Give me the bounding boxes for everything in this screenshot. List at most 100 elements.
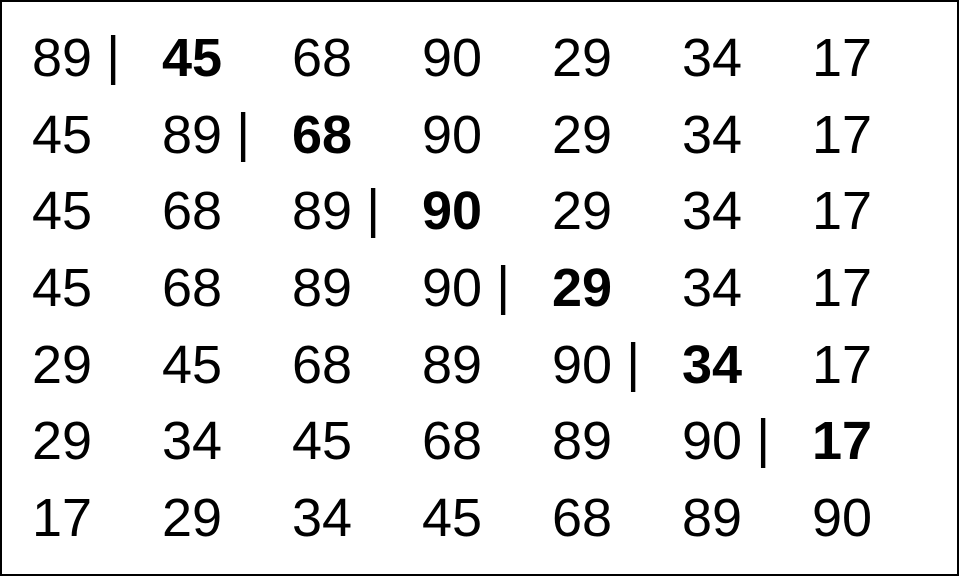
number-value: 68: [422, 414, 482, 468]
number-cell: 89 |: [32, 31, 162, 85]
number-value: 68: [552, 491, 612, 545]
number-value: 29: [32, 414, 92, 468]
number-cell: 29: [552, 184, 682, 238]
number-value: 29: [552, 31, 612, 85]
partition-separator-icon: |: [496, 259, 510, 313]
number-value: 17: [812, 108, 872, 162]
number-value: 17: [32, 491, 92, 545]
number-value: 68: [292, 31, 352, 85]
number-cell: 89: [682, 491, 812, 545]
number-value: 34: [292, 491, 352, 545]
partition-separator-icon: |: [106, 29, 120, 83]
number-value: 90: [682, 414, 742, 468]
number-value: 45: [422, 491, 482, 545]
number-cell: 89 |: [292, 184, 422, 238]
number-cell: 45: [32, 108, 162, 162]
sort-step-row: 29 45 68 89 90 | 34 17: [32, 328, 927, 402]
number-cell: 17: [812, 414, 942, 468]
number-value: 89: [422, 338, 482, 392]
number-value: 68: [292, 338, 352, 392]
number-value: 90: [812, 491, 872, 545]
number-cell: 45: [422, 491, 552, 545]
sort-step-row: 45 89 | 68 9029 34 17: [32, 98, 927, 172]
number-cell: 29: [32, 414, 162, 468]
number-value: 29: [32, 338, 92, 392]
number-cell: 68: [162, 261, 292, 315]
number-cell: 29: [32, 338, 162, 392]
number-cell: 89 |: [162, 108, 292, 162]
number-value: 29: [552, 108, 612, 162]
number-cell: 68: [292, 338, 422, 392]
number-cell: 17: [812, 108, 942, 162]
number-value: 34: [682, 184, 742, 238]
number-value: 34: [682, 108, 742, 162]
number-cell: 90: [422, 108, 552, 162]
number-cell: 90: [422, 31, 552, 85]
number-cell: 89: [292, 261, 422, 315]
number-cell: 45: [292, 414, 422, 468]
number-value: 17: [812, 31, 872, 85]
number-value: 29: [552, 261, 612, 315]
number-value: 45: [292, 414, 352, 468]
number-cell: 29: [552, 108, 682, 162]
partition-separator-icon: |: [366, 182, 380, 236]
number-cell: 17: [812, 338, 942, 392]
number-value: 90: [422, 31, 482, 85]
number-value: 68: [162, 184, 222, 238]
number-value: 89: [32, 31, 92, 85]
number-value: 68: [292, 108, 352, 162]
partition-separator-icon: |: [236, 106, 250, 160]
number-value: 17: [812, 261, 872, 315]
number-cell: 90|: [422, 261, 552, 315]
number-cell: 34: [682, 31, 812, 85]
number-value: 45: [32, 261, 92, 315]
number-value: 90: [552, 338, 612, 392]
number-cell: 45: [32, 261, 162, 315]
number-value: 89: [292, 261, 352, 315]
number-value: 17: [812, 184, 872, 238]
number-value: 45: [32, 108, 92, 162]
number-cell: 45: [162, 31, 292, 85]
sort-step-row: 45 68 89 | 90 29 34 17: [32, 174, 927, 248]
number-value: 17: [812, 338, 872, 392]
sort-step-row: 17 29 34 45 68 89 90: [32, 481, 927, 555]
number-cell: 34: [682, 108, 812, 162]
sort-step-row: 45 6889 90|29 34 17: [32, 251, 927, 325]
number-value: 29: [552, 184, 612, 238]
number-value: 45: [32, 184, 92, 238]
number-value: 45: [162, 31, 222, 85]
number-cell: 17: [812, 261, 942, 315]
number-cell: 29: [552, 261, 682, 315]
number-value: 29: [162, 491, 222, 545]
number-cell: 68: [422, 414, 552, 468]
number-cell: 68: [292, 108, 422, 162]
sort-step-row: 89 | 45 68 90 29 34 17: [32, 21, 927, 95]
number-cell: 17: [812, 31, 942, 85]
number-cell: 34: [162, 414, 292, 468]
number-cell: 34: [682, 261, 812, 315]
number-value: 89: [682, 491, 742, 545]
partition-separator-icon: |: [626, 336, 640, 390]
number-value: 45: [162, 338, 222, 392]
number-value: 34: [682, 31, 742, 85]
number-cell: 34: [682, 184, 812, 238]
sort-step-row: 29 34 45 68 89 90 | 17: [32, 404, 927, 478]
number-cell: 45: [32, 184, 162, 238]
number-cell: 90: [422, 184, 552, 238]
number-cell: 90 |: [682, 414, 812, 468]
number-value: 90: [422, 184, 482, 238]
number-value: 34: [162, 414, 222, 468]
number-value: 89: [162, 108, 222, 162]
number-cell: 29: [162, 491, 292, 545]
number-cell: 89: [552, 414, 682, 468]
partition-separator-icon: |: [756, 412, 770, 466]
number-cell: 17: [32, 491, 162, 545]
number-value: 17: [812, 414, 872, 468]
number-value: 89: [292, 184, 352, 238]
number-value: 89: [552, 414, 612, 468]
number-cell: 45: [162, 338, 292, 392]
number-value: 34: [682, 261, 742, 315]
number-value: 34: [682, 338, 742, 392]
number-cell: 34: [292, 491, 422, 545]
number-cell: 68: [162, 184, 292, 238]
